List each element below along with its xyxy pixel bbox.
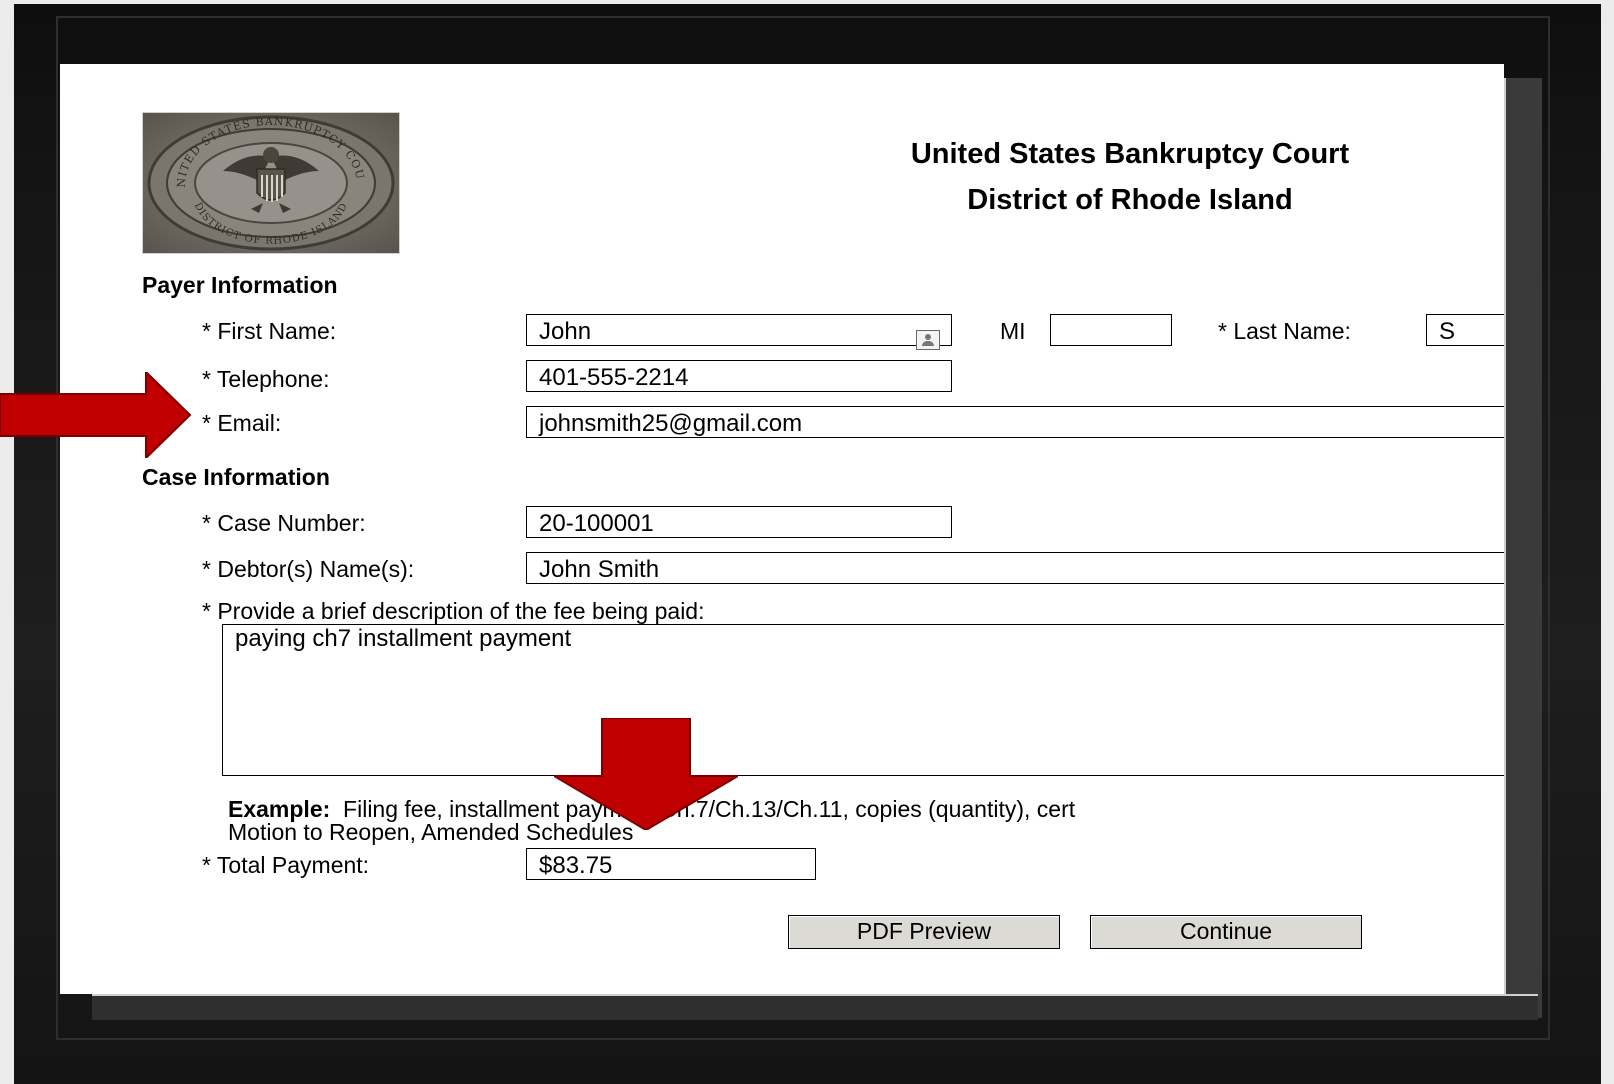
last-name-label: * Last Name:: [1218, 318, 1351, 344]
pdf-preview-button[interactable]: PDF Preview: [788, 915, 1060, 949]
fee-description-textarea[interactable]: paying ch7 installment payment: [222, 624, 1504, 776]
total-payment-field[interactable]: $83.75: [526, 848, 816, 880]
case-number-label: * Case Number:: [202, 510, 366, 536]
fee-description-text: paying ch7 installment payment: [235, 625, 572, 652]
mi-field[interactable]: [1050, 314, 1172, 346]
first-name-label: * First Name:: [202, 318, 337, 344]
telephone-label: * Telephone:: [202, 366, 330, 392]
court-seal-logo: UNITED STATES BANKRUPTCY COURT DISTRICT …: [142, 112, 400, 254]
red-arrow-down-annotation: [554, 718, 738, 830]
fee-description-label: * Provide a brief description of the fee…: [202, 598, 705, 624]
continue-button[interactable]: Continue: [1090, 915, 1362, 949]
court-title: United States Bankruptcy Court: [910, 138, 1350, 170]
debtor-names-label: * Debtor(s) Name(s):: [202, 556, 415, 582]
window-bottom-edge: [92, 994, 1538, 1020]
contact-card-icon[interactable]: [916, 330, 940, 350]
payment-form-panel: UNITED STATES BANKRUPTCY COURT DISTRICT …: [60, 64, 1504, 994]
court-district: District of Rhode Island: [967, 184, 1293, 216]
mi-label: MI: [1000, 318, 1026, 344]
last-name-field[interactable]: S: [1426, 314, 1504, 346]
debtor-names-field[interactable]: John Smith: [526, 552, 1504, 584]
case-number-field[interactable]: 20-100001: [526, 506, 952, 538]
total-payment-label: * Total Payment:: [202, 852, 370, 878]
email-label: * Email:: [202, 410, 282, 436]
case-information-heading: Case Information: [142, 464, 330, 490]
window-right-edge: [1504, 78, 1542, 1018]
first-name-field[interactable]: John: [526, 314, 952, 346]
telephone-field[interactable]: 401-555-2214: [526, 360, 952, 392]
payer-information-heading: Payer Information: [142, 272, 338, 298]
email-field[interactable]: johnsmith25@gmail.com: [526, 406, 1504, 438]
red-arrow-right-annotation: [0, 372, 192, 458]
